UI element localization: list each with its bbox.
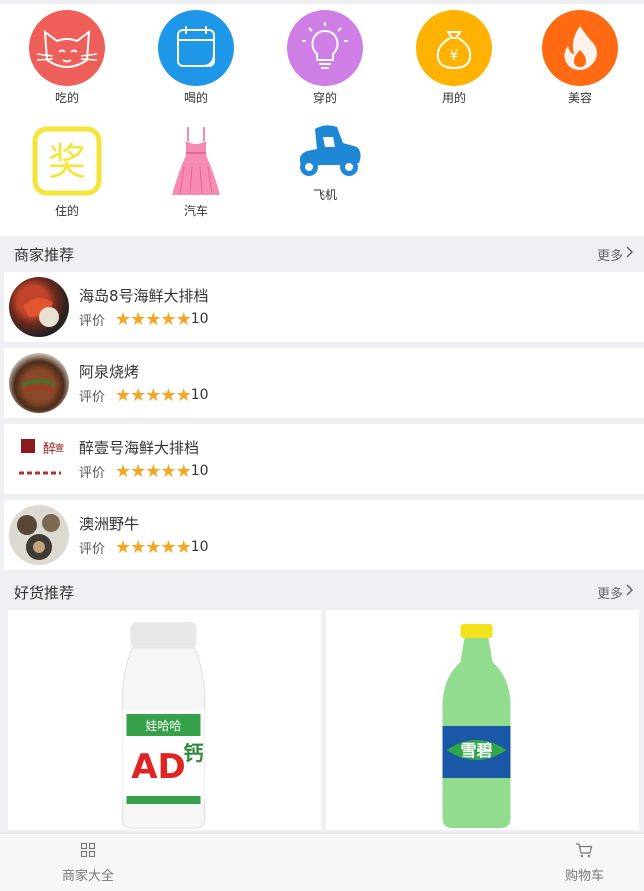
category-beauty[interactable]: 美容 — [516, 10, 644, 106]
chevron-right-icon — [626, 584, 634, 600]
category-label: 汽车 — [183, 204, 208, 218]
tab-bar: 商家大全 购物车 — [0, 833, 644, 891]
sprite-bottle-image: 雪碧 — [442, 624, 511, 828]
merchant-item[interactable]: 海岛8号海鲜大排档 评价 ★★★★★ 10 — [4, 272, 644, 342]
rating-score: 10 — [190, 387, 209, 403]
category-car[interactable]: 汽车 — [132, 123, 260, 219]
category-drink[interactable]: 喝的 — [132, 10, 260, 106]
more-label: 更多 — [596, 586, 623, 602]
merchant-item[interactable]: 澳洲野牛 评价 ★★★★★ 10 — [4, 500, 644, 570]
rating-label: 评价 — [79, 313, 106, 329]
tab-label: 购物车 — [564, 868, 604, 884]
merchant-avatar — [9, 353, 69, 413]
category-label: 飞机 — [312, 188, 337, 202]
more-label: 更多 — [596, 248, 623, 264]
category-plane[interactable]: 飞机 — [261, 123, 389, 203]
good-card-sprite[interactable]: 雪碧 — [326, 610, 639, 830]
money-bag-icon: ¥ — [416, 10, 492, 86]
category-label: 喝的 — [183, 91, 208, 105]
category-food[interactable]: 吃的 — [3, 10, 131, 106]
chevron-right-icon — [626, 246, 634, 262]
merchant-name: 澳洲野牛 — [79, 514, 140, 533]
rating-score: 10 — [190, 311, 209, 327]
merchant-name: 阿泉烧烤 — [79, 362, 140, 381]
merchant-rating: 评价 ★★★★★ 10 — [79, 537, 209, 558]
merchant-rating: 评价 ★★★★★ 10 — [79, 385, 209, 406]
star-rating-icon: ★★★★★ — [115, 460, 192, 482]
award-badge-icon: 奖 — [29, 123, 105, 199]
flame-icon — [542, 10, 618, 86]
tab-merchants[interactable]: 商家大全 — [62, 834, 114, 891]
rating-label: 评价 — [79, 389, 106, 405]
category-grid: 吃的 喝的 穿的 ¥ 用的 美容 奖 住的 汽车 飞机 — [0, 4, 644, 236]
more-link[interactable]: 更多 — [597, 583, 634, 602]
category-label: 用的 — [441, 91, 466, 105]
merchant-section-header: 商家推荐 更多 — [0, 236, 644, 272]
star-rating-icon: ★★★★★ — [115, 536, 192, 558]
cat-face-icon — [29, 10, 105, 86]
tab-label: 商家大全 — [62, 868, 115, 884]
merchant-name: 海岛8号海鲜大排档 — [79, 286, 209, 305]
category-label: 吃的 — [54, 91, 79, 105]
svg-text:AD: AD — [131, 747, 186, 787]
svg-text:奖: 奖 — [48, 140, 86, 184]
category-housing[interactable]: 奖 住的 — [3, 123, 131, 219]
goods-section-header: 好货推荐 更多 — [0, 574, 644, 610]
shopping-cart-icon — [575, 842, 593, 862]
section-title: 好货推荐 — [14, 583, 75, 602]
rating-label: 评价 — [79, 541, 106, 557]
merchant-logo: 醉 壹 — [9, 429, 69, 489]
tab-cart[interactable]: 购物车 — [565, 834, 604, 891]
category-clothing[interactable]: 穿的 — [261, 10, 389, 106]
merchant-rating: 评价 ★★★★★ 10 — [79, 309, 209, 330]
good-brand: 娃哈哈 — [145, 719, 181, 733]
more-link[interactable]: 更多 — [597, 245, 634, 264]
merchant-item[interactable]: 阿泉烧烤 评价 ★★★★★ 10 — [4, 348, 644, 418]
calendar-icon — [158, 10, 234, 86]
rating-score: 10 — [190, 539, 209, 555]
merchant-avatar — [9, 277, 69, 337]
scooter-icon — [287, 123, 363, 183]
star-rating-icon: ★★★★★ — [115, 384, 192, 406]
rating-score: 10 — [190, 463, 209, 479]
svg-text:壹: 壹 — [55, 442, 64, 454]
svg-text:雪碧: 雪碧 — [460, 741, 492, 760]
lightbulb-icon — [287, 10, 363, 86]
merchant-name: 醉壹号海鲜大排档 — [79, 438, 200, 457]
rating-label: 评价 — [79, 465, 106, 481]
grid-icon — [80, 842, 96, 862]
merchant-rating: 评价 ★★★★★ 10 — [79, 461, 209, 482]
merchant-item[interactable]: 醉 壹 醉壹号海鲜大排档 评价 ★★★★★ 10 — [4, 424, 644, 494]
goods-list: 娃哈哈 AD 钙 雪碧 — [0, 610, 644, 830]
good-card-ad-milk[interactable]: 娃哈哈 AD 钙 — [8, 610, 321, 830]
merchant-avatar — [9, 505, 69, 565]
category-label: 美容 — [567, 91, 592, 105]
section-title: 商家推荐 — [14, 245, 75, 264]
category-label: 穿的 — [312, 91, 337, 105]
svg-text:钙: 钙 — [184, 741, 204, 765]
star-rating-icon: ★★★★★ — [115, 308, 192, 330]
ad-milk-bottle-image: 娃哈哈 AD 钙 — [122, 622, 205, 829]
category-goods[interactable]: ¥ 用的 — [390, 10, 518, 106]
category-label: 住的 — [54, 204, 79, 218]
svg-text:¥: ¥ — [450, 48, 459, 64]
dress-icon — [158, 123, 234, 199]
